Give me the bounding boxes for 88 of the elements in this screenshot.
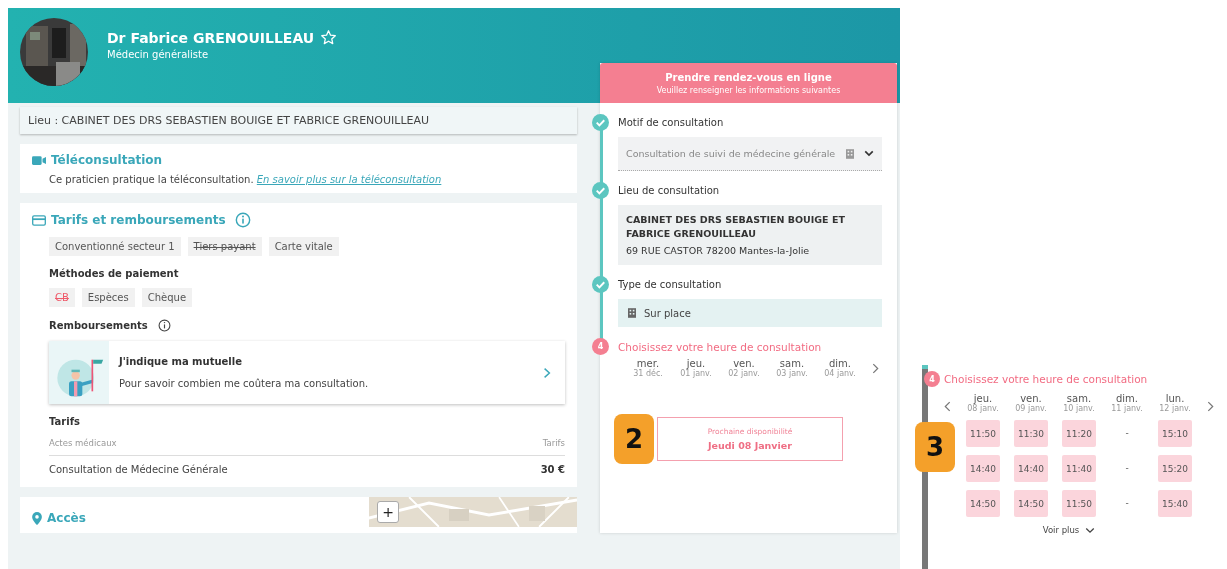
day-name: lun.	[1165, 393, 1185, 404]
day-date: 08 janv.	[967, 404, 999, 413]
no-slot-dash: -	[1125, 462, 1129, 475]
location-pin-icon	[32, 511, 42, 525]
day-date: 31 déc.	[633, 369, 663, 379]
day-date: 11 janv.	[1111, 404, 1143, 413]
chevron-left-icon[interactable]	[944, 401, 951, 412]
time-slot[interactable]: 11:40	[1062, 455, 1096, 482]
step-number: 4	[924, 371, 940, 387]
day-date: 01 janv.	[680, 369, 712, 379]
info-icon[interactable]	[157, 319, 171, 332]
step-label: Type de consultation	[618, 279, 723, 291]
doctor-name: Dr Fabrice GRENOUILLEAU	[107, 29, 315, 46]
chevron-right-icon	[543, 366, 551, 379]
callout-number: 2	[614, 414, 654, 465]
time-slot[interactable]: 15:10	[1158, 420, 1192, 447]
doctor-specialty: Médecin généraliste	[107, 49, 210, 60]
address-line: 69 RUE CASTOR 78200 Mantes-la-Jolie	[626, 243, 811, 258]
section-title: Accès	[47, 511, 86, 525]
day-date: 10 janv.	[1063, 404, 1095, 413]
mutuelle-title: J'indique ma mutuelle	[119, 356, 243, 367]
tag: Conventionné secteur 1	[49, 237, 181, 256]
day-name: jeu.	[973, 393, 993, 404]
time-slot[interactable]: 14:50	[966, 490, 1000, 517]
day-date: 09 janv.	[1015, 404, 1047, 413]
location-bar: Lieu : CABINET DES DRS SEBASTIEN BOUIGE ET FABRICE GRENOUILLEAU	[20, 107, 577, 134]
address-line: CABINET DES DRS SEBASTIEN BOUIGE ET FABRICE GRENOUILLEAU	[626, 213, 846, 241]
video-camera-icon	[32, 154, 46, 166]
section-title: Tarifs et remboursements	[51, 213, 226, 227]
day-name: sam.	[1066, 393, 1092, 404]
star-icon[interactable]	[320, 29, 338, 46]
day-name: ven.	[1020, 393, 1042, 404]
day-name: dim.	[1115, 393, 1138, 404]
step-label: Lieu de consultation	[618, 185, 721, 196]
no-slot-dash: -	[1125, 497, 1129, 510]
mutuelle-card[interactable]: J'indique ma mutuelle Pour savoir combien me coûtera ma consultation.	[49, 341, 565, 404]
step-label: Choisissez votre heure de consultation	[618, 341, 823, 354]
day-name: jeu.	[686, 358, 706, 370]
time-slot[interactable]: 14:40	[1014, 455, 1048, 482]
time-slot[interactable]: 15:20	[1158, 455, 1192, 482]
subsection-title: Remboursements	[49, 320, 148, 331]
step-label: Motif de consultation	[618, 117, 725, 128]
time-slot[interactable]: 11:50	[1062, 490, 1096, 517]
mutuelle-text: Pour savoir combien me coûtera ma consultation.	[119, 378, 370, 389]
day-date: 02 janv.	[728, 369, 760, 379]
time-slot[interactable]: 15:40	[1158, 490, 1192, 517]
tag: Tiers payant	[187, 237, 262, 256]
tag: Carte vitale	[268, 237, 339, 256]
dropdown-caret-icon	[864, 150, 874, 157]
subsection-title: Méthodes de paiement	[49, 268, 180, 279]
building-icon	[846, 148, 854, 159]
time-slot[interactable]: 11:20	[1062, 420, 1096, 447]
table-cell: 30 €	[540, 464, 565, 475]
day-name: ven.	[733, 358, 755, 370]
step-number: 4	[592, 338, 609, 356]
booking-subtitle: Veuillez renseigner les informations suivantes	[656, 85, 841, 95]
chevron-right-icon[interactable]	[1207, 401, 1214, 412]
day-name: dim.	[828, 358, 851, 370]
table-cell: Consultation de Médecine Générale	[49, 464, 228, 475]
zoom-in-button[interactable]: +	[377, 501, 399, 523]
subsection-title: Tarifs	[49, 416, 81, 427]
reason-select[interactable]: Consultation de suivi de médecine générale	[618, 137, 882, 171]
credit-card-icon	[32, 214, 46, 226]
chevron-right-icon[interactable]	[872, 362, 879, 374]
day-date: 04 janv.	[824, 369, 856, 379]
column-header: Actes médicaux	[49, 438, 117, 448]
time-slot[interactable]: 11:30	[1014, 420, 1048, 447]
callout-number: 3	[915, 422, 955, 472]
no-slot-dash: -	[1125, 427, 1129, 440]
day-date: 12 janv.	[1159, 404, 1191, 413]
column-header: Tarifs	[542, 438, 565, 448]
caret-down-icon	[1085, 526, 1096, 534]
booking-title: Prendre rendez-vous en ligne	[665, 71, 832, 83]
time-slot[interactable]: 14:50	[1014, 490, 1048, 517]
tag: Espèces	[81, 288, 135, 307]
time-slot[interactable]: 14:40	[966, 455, 1000, 482]
day-date: 03 janv.	[776, 369, 808, 379]
consultation-type-option[interactable]: Sur place	[618, 299, 882, 328]
teleconsultation-text: Ce praticien pratique la téléconsultation. En savoir plus sur la téléconsultation	[49, 174, 443, 185]
tag: CB	[49, 288, 75, 307]
show-more-button[interactable]: Voir plus	[1042, 525, 1096, 535]
day-name: sam.	[779, 358, 805, 370]
building-icon	[628, 308, 636, 319]
day-name: mer.	[636, 358, 660, 370]
section-title: Téléconsultation	[51, 153, 163, 167]
tag: Chèque	[141, 288, 193, 307]
time-slot[interactable]: 11:50	[966, 420, 1000, 447]
step-label: Choisissez votre heure de consultation	[944, 373, 1148, 385]
